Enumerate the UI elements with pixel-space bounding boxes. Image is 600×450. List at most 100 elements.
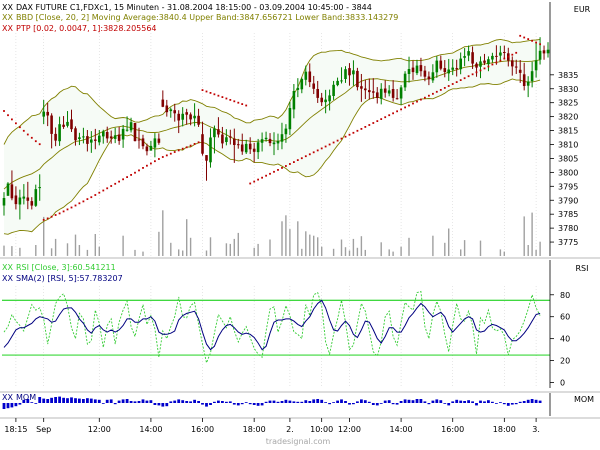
ptp-dot (435, 90, 438, 93)
candle-body (125, 129, 129, 131)
candle-body (169, 109, 173, 112)
ptp-dot (7, 114, 9, 117)
time-tick-label: 18:15 (4, 425, 27, 434)
candle-body (459, 58, 462, 70)
mom-bar (205, 403, 208, 407)
candle-body (514, 66, 518, 68)
mom-bar (201, 403, 204, 405)
mom-bar (435, 399, 439, 403)
time-tick-label: 14:00 (390, 425, 413, 434)
candle-body (264, 137, 268, 140)
mom-bar (185, 401, 189, 403)
mom-bar (121, 399, 125, 403)
candle-body (177, 113, 180, 121)
candle-body (86, 136, 89, 144)
ptp-dot (400, 108, 402, 111)
volume-bar (360, 236, 363, 256)
mom-bar (193, 399, 196, 403)
ptp-dot (499, 59, 502, 62)
candle-body (54, 133, 57, 141)
volume-bar (66, 243, 69, 256)
mom-bar (455, 399, 459, 403)
candle-body (233, 138, 236, 145)
ptp-dot (368, 124, 371, 126)
candle-body (173, 110, 176, 114)
ptp-dot (463, 77, 466, 80)
volume-bar (352, 238, 355, 256)
mom-bar (173, 400, 177, 403)
candle-body (538, 50, 542, 60)
mom-bar (487, 400, 490, 403)
legend-mom-marker: XX (2, 393, 13, 402)
candle-body (26, 197, 30, 201)
ptp-dot (118, 180, 120, 183)
candle-body (205, 155, 208, 161)
volume-bar (253, 247, 255, 257)
mom-bar (328, 403, 331, 405)
mom-bar (264, 401, 268, 403)
ptp-dot (269, 172, 271, 175)
candle-body (407, 69, 411, 74)
ptp-dot (511, 53, 514, 56)
mom-bar (518, 401, 522, 403)
ptp-dot (249, 182, 252, 185)
price-tick-label: 3785 (558, 210, 578, 219)
mom-bar (336, 400, 339, 403)
volume-bar (74, 234, 77, 256)
mom-bar (399, 401, 403, 403)
ptp-dot (312, 151, 315, 154)
ptp-dot (380, 118, 383, 120)
ptp-dot (416, 100, 418, 103)
mom-bar (30, 402, 34, 403)
mom-bar (344, 401, 347, 403)
candle-body (379, 88, 383, 99)
candle-body (113, 135, 117, 139)
mom-bar (348, 403, 351, 405)
candle-body (284, 128, 288, 135)
ptp-dot (340, 137, 343, 140)
candle-body (499, 52, 502, 56)
mom-bar (324, 402, 327, 403)
mom-bar (244, 402, 248, 403)
mom-bar (312, 399, 316, 403)
ptp-dot (70, 206, 73, 209)
mom-bar (499, 402, 502, 403)
candle-body (82, 136, 85, 138)
volume-bar (348, 250, 351, 256)
ptp-dot (201, 89, 204, 91)
mom-bar (240, 403, 244, 405)
legend-bollinger-label: BBD [Close, 20, 2] Moving Average:3840.4… (16, 13, 398, 22)
ptp-dot (344, 135, 347, 138)
candle-body (209, 137, 212, 163)
ptp-dot (54, 214, 57, 216)
mom-bar (105, 399, 109, 403)
ptp-dot (475, 71, 478, 74)
ptp-dot (197, 141, 200, 144)
ptp-dot (277, 169, 279, 171)
mom-bar (165, 403, 169, 407)
candle-body (90, 139, 93, 143)
mom-bar (296, 401, 300, 403)
candle-body (487, 59, 490, 65)
volume-bar (209, 237, 212, 256)
mom-bar (145, 400, 149, 403)
volume-bar (281, 221, 283, 256)
ptp-dot (130, 174, 132, 176)
volume-bar (356, 247, 359, 257)
candle-body (30, 201, 34, 206)
mom-bar (308, 401, 312, 403)
mom-bar (467, 400, 470, 403)
ptp-dot (296, 159, 299, 161)
mom-bar (431, 400, 435, 403)
volume-bar (301, 248, 303, 256)
volume-bar (3, 245, 5, 256)
candle-body (387, 90, 391, 94)
candle-body (340, 80, 343, 82)
candle-body (411, 67, 415, 73)
ptp-dot (289, 163, 291, 165)
mom-bar (502, 403, 506, 405)
mom-bar (232, 403, 236, 405)
volume-bar (186, 219, 188, 257)
price-tick-label: 3780 (558, 224, 578, 233)
candle-body (248, 143, 252, 150)
